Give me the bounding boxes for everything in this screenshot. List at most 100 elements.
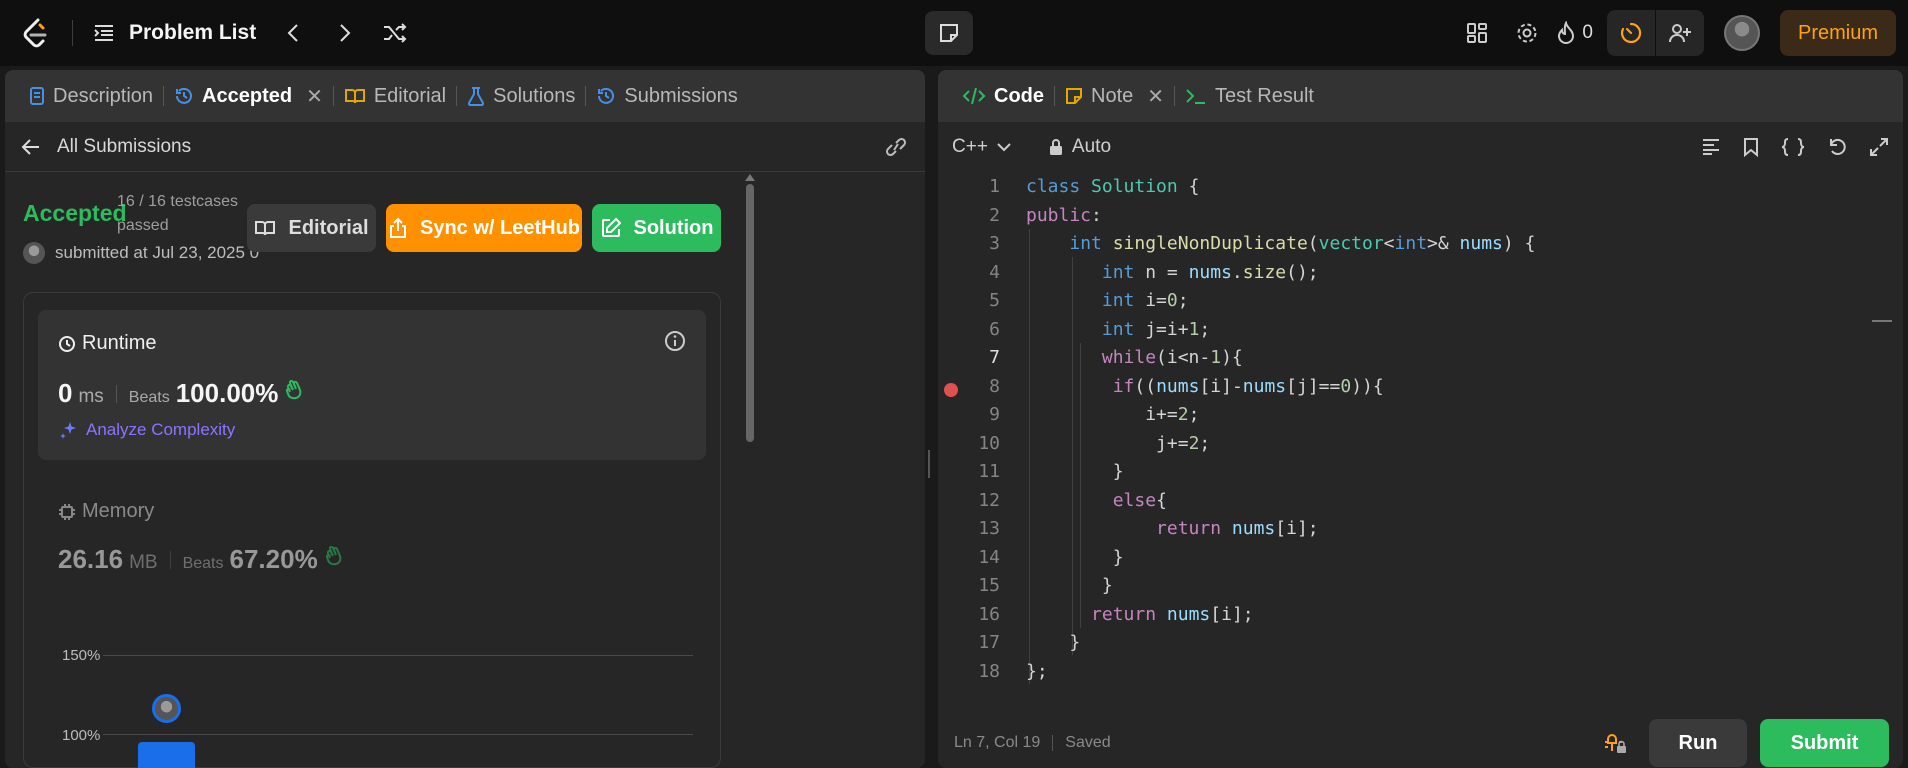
tab-submissions[interactable]: Submissions [586, 85, 747, 108]
premium-button[interactable]: Premium [1779, 10, 1896, 56]
code-editor[interactable]: 1 class Solution {2 public: 3 int singleNon… [938, 172, 1903, 698]
code-line[interactable]: 16 return nums[i]; [938, 601, 1878, 630]
code-line[interactable]: 9 i+=2; [938, 401, 1878, 430]
history-icon [176, 87, 193, 104]
y-tick-label: 100% [62, 727, 101, 744]
line-number[interactable]: 14 [938, 544, 1000, 573]
code-line[interactable]: 7 while(i<n-1){ [938, 344, 1878, 373]
tab-test-result[interactable]: Test Result [1175, 85, 1324, 108]
add-collaborator-button[interactable] [1656, 10, 1704, 56]
link-icon[interactable] [883, 136, 909, 158]
code-line[interactable]: 17 } [938, 629, 1878, 658]
code-line[interactable]: 1 class Solution { [938, 173, 1878, 202]
code-text: }; [1026, 660, 1048, 682]
line-number[interactable]: 6 [938, 316, 1000, 345]
braces-icon[interactable] [1781, 137, 1805, 157]
line-number[interactable]: 13 [938, 515, 1000, 544]
code-line[interactable]: 8 if((nums[i]-nums[j]==0)){ [938, 373, 1878, 402]
line-number[interactable]: 9 [938, 401, 1000, 430]
analyze-complexity-link[interactable]: Analyze Complexity [58, 420, 235, 440]
runtime-unit: ms [78, 386, 104, 407]
tab-code[interactable]: Code [952, 85, 1054, 108]
beats-label: Beats [128, 389, 170, 406]
random-problem-button[interactable] [382, 22, 408, 44]
line-number[interactable]: 12 [938, 487, 1000, 516]
user-avatar[interactable] [1723, 15, 1760, 51]
your-submission-marker[interactable] [152, 694, 181, 723]
tab-note[interactable]: Note ✕ [1055, 84, 1174, 109]
format-icon[interactable] [1701, 138, 1721, 156]
tab-solutions[interactable]: Solutions [457, 85, 585, 108]
expand-icon[interactable] [1869, 137, 1889, 157]
shuffle-icon [384, 23, 407, 43]
line-number[interactable]: 3 [938, 230, 1000, 259]
tab-accepted[interactable]: Accepted ✕ [164, 84, 333, 109]
runtime-value-row: 0 ms Beats 100.00% [58, 378, 306, 409]
leetcode-logo-icon[interactable] [18, 16, 52, 50]
code-line[interactable]: 2 public: [938, 202, 1878, 231]
memory-title[interactable]: Memory [58, 500, 154, 523]
info-icon[interactable] [664, 330, 686, 352]
breakpoint-marker[interactable] [944, 383, 958, 397]
bookmark-icon[interactable] [1743, 137, 1759, 157]
language-selector[interactable]: C++ [952, 136, 988, 158]
code-line[interactable]: 12 else{ [938, 487, 1878, 516]
solution-button[interactable]: Solution [592, 204, 721, 252]
chevron-down-icon[interactable] [996, 141, 1012, 153]
problem-list-button[interactable]: Problem List [93, 21, 256, 45]
line-number[interactable]: 17 [938, 629, 1000, 658]
editor-toolbar: C++ Auto [938, 122, 1903, 172]
code-line[interactable]: 11 } [938, 458, 1878, 487]
scroll-thumb[interactable] [746, 184, 754, 442]
code-line[interactable]: 10 j+=2; [938, 430, 1878, 459]
tab-editorial[interactable]: Editorial [334, 85, 456, 108]
next-problem-button[interactable] [338, 22, 352, 44]
top-navbar: Problem List 0 Premium [0, 0, 1908, 66]
code-line[interactable]: 3 int singleNonDuplicate(vector<int>& nu… [938, 230, 1878, 259]
code-line[interactable]: 15 } [938, 572, 1878, 601]
run-button[interactable]: Run [1649, 719, 1747, 767]
code-line[interactable]: 5 int i=0; [938, 287, 1878, 316]
code-line[interactable]: 4 int n = nums.size(); [938, 259, 1878, 288]
code-line[interactable]: 18}; [938, 658, 1878, 687]
left-tabs: Description Accepted ✕ Editorial Solutio… [5, 70, 925, 122]
line-number[interactable]: 1 [938, 173, 1000, 202]
line-number[interactable]: 4 [938, 259, 1000, 288]
reset-icon[interactable] [1827, 137, 1847, 157]
scroll-up-icon[interactable] [745, 174, 755, 181]
runtime-card[interactable]: Runtime 0 ms Beats 100.00% Analyze Compl… [38, 310, 706, 460]
close-tab-icon[interactable]: ✕ [306, 84, 323, 109]
submit-button[interactable]: Submit [1760, 719, 1889, 767]
notes-button[interactable] [925, 11, 973, 55]
line-number[interactable]: 7 [938, 344, 1000, 373]
line-number[interactable]: 16 [938, 601, 1000, 630]
auto-mode-label[interactable]: Auto [1072, 136, 1111, 158]
streak-counter[interactable]: 0 [1556, 21, 1593, 45]
line-number[interactable]: 5 [938, 287, 1000, 316]
clap-icon [325, 546, 342, 566]
chevron-right-icon [340, 24, 351, 42]
prev-problem-button[interactable] [286, 22, 300, 44]
tab-label: Accepted [202, 84, 293, 107]
code-line[interactable]: 13 return nums[i]; [938, 515, 1878, 544]
close-tab-icon[interactable]: ✕ [1147, 84, 1164, 109]
chart-bar[interactable] [138, 742, 195, 768]
code-line[interactable]: 6 int j=i+1; [938, 316, 1878, 345]
left-scrollbar[interactable] [745, 174, 755, 768]
layout-button[interactable] [1456, 12, 1498, 54]
code-line[interactable]: 14 } [938, 544, 1878, 573]
line-number[interactable]: 10 [938, 430, 1000, 459]
line-number[interactable]: 11 [938, 458, 1000, 487]
line-number[interactable]: 18 [938, 658, 1000, 687]
debug-lock-icon[interactable] [1603, 731, 1629, 755]
timer-button[interactable] [1607, 10, 1655, 56]
line-number[interactable]: 2 [938, 202, 1000, 231]
tab-description[interactable]: Description [19, 85, 163, 108]
settings-button[interactable] [1506, 12, 1548, 54]
editorial-button[interactable]: Editorial [247, 204, 376, 252]
all-submissions-link[interactable]: All Submissions [21, 136, 191, 158]
line-number[interactable]: 15 [938, 572, 1000, 601]
sync-leethub-button[interactable]: Sync w/ LeetHub [386, 204, 582, 252]
minimap-indicator[interactable] [1872, 320, 1892, 322]
panel-resize-handle[interactable] [928, 450, 932, 478]
